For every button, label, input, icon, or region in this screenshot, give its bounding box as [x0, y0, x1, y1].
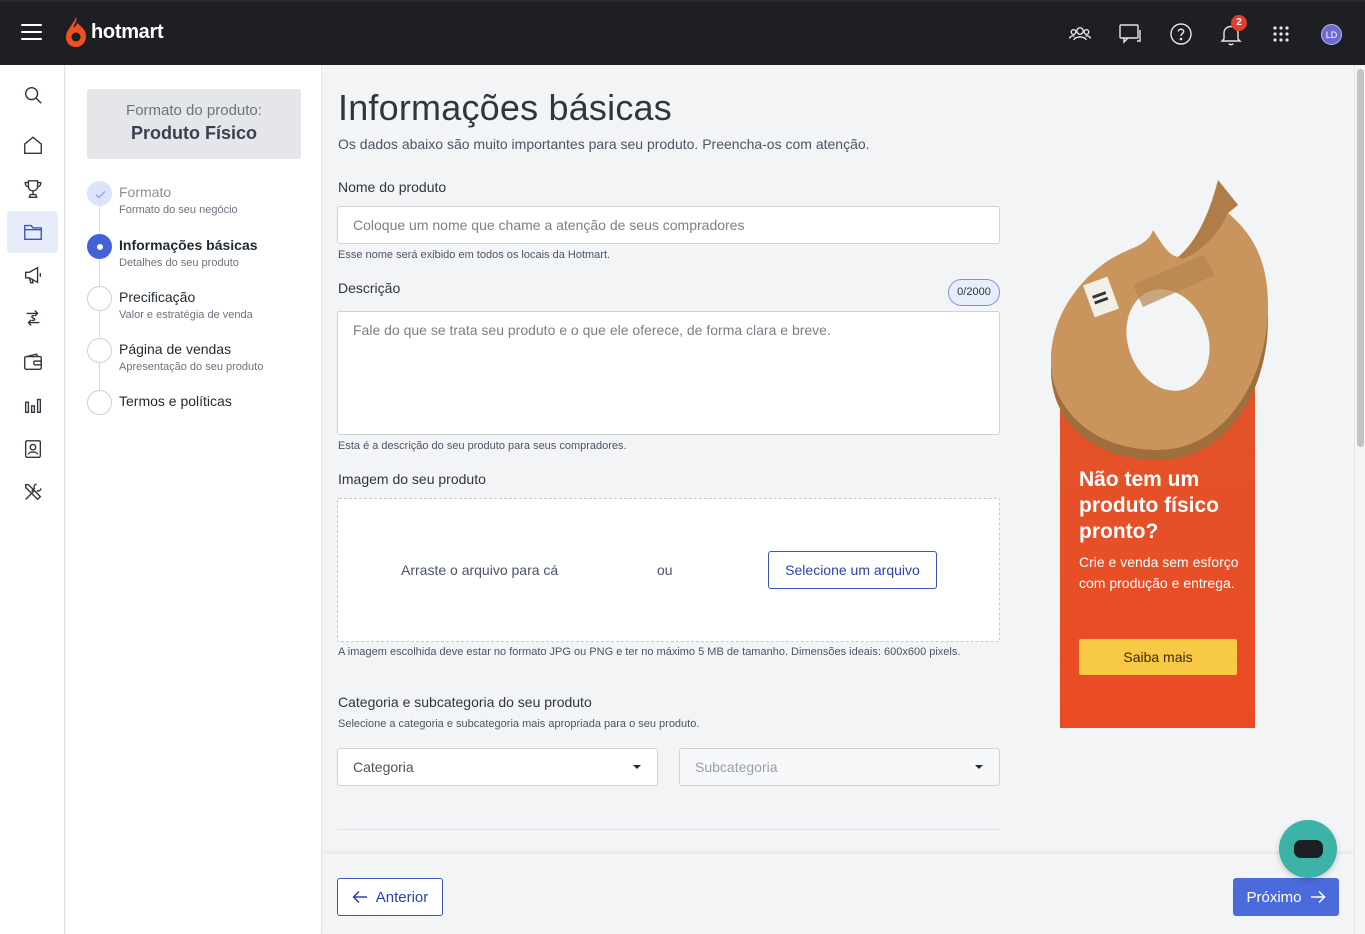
category-label: Categoria e subcategoria do seu produto: [338, 694, 592, 710]
character-counter: 0/2000: [948, 279, 1000, 306]
search-icon[interactable]: [7, 74, 58, 116]
contacts-icon[interactable]: [7, 428, 58, 470]
cardboard-flame-illustration: [1051, 180, 1268, 460]
subcategory-select[interactable]: Subcategoria: [679, 748, 1000, 786]
product-format-box: Formato do produto: Produto Físico: [87, 89, 301, 159]
format-value: Produto Físico: [131, 123, 257, 143]
step-formato[interactable]: Formato Formato do seu negócio: [87, 181, 317, 225]
main-content: Informações básicas Os dados abaixo são …: [323, 65, 1354, 934]
step-title: Página de vendas: [119, 341, 232, 357]
step-subtitle: Detalhes do seu produto: [119, 257, 239, 269]
analytics-icon[interactable]: [7, 384, 58, 426]
avatar[interactable]: LD: [1321, 24, 1342, 45]
category-help: Selecione a categoria e subcategoria mai…: [338, 718, 700, 730]
step-subtitle: Valor e estratégia de venda: [119, 309, 253, 321]
page-title: Informações básicas: [338, 87, 672, 128]
next-label: Próximo: [1246, 888, 1302, 906]
image-dropzone[interactable]: Arraste o arquivo para cá ou Selecione u…: [337, 498, 1000, 642]
select-file-button[interactable]: Selecione um arquivo: [768, 551, 937, 589]
sidebar-rail: [0, 65, 65, 934]
arrow-left-icon: [352, 890, 367, 904]
check-icon: [87, 181, 112, 206]
description-help: Esta é a descrição do seu produto para s…: [338, 440, 627, 452]
promo-text: Crie e venda sem esforço com produção e …: [1079, 554, 1239, 591]
arrow-right-icon: [1310, 890, 1326, 904]
product-name-input[interactable]: [337, 206, 1000, 244]
pending-step-icon: [87, 338, 112, 363]
step-title: Informações básicas: [119, 237, 258, 253]
step-pagina-de-vendas[interactable]: Página de vendas Apresentação do seu pro…: [87, 338, 317, 382]
learn-more-button[interactable]: Saiba mais: [1079, 639, 1237, 675]
flame-icon: [66, 17, 86, 47]
step-precificacao[interactable]: Precificação Valor e estratégia de venda: [87, 286, 317, 330]
menu-icon[interactable]: [21, 24, 42, 40]
footer-bar: Anterior Próximo: [323, 854, 1354, 934]
brand-name: hotmart: [91, 20, 164, 43]
scrollbar-thumb[interactable]: [1357, 69, 1364, 447]
promo-title: Não tem um produto físico pronto?: [1079, 468, 1219, 543]
megaphone-icon[interactable]: [7, 254, 58, 296]
image-help: A imagem escolhida deve estar no formato…: [338, 646, 961, 658]
description-textarea[interactable]: [337, 311, 1000, 435]
bell-icon[interactable]: 2: [1218, 15, 1247, 47]
step-title: Precificação: [119, 289, 196, 305]
tools-icon[interactable]: [7, 471, 58, 513]
help-icon[interactable]: [1168, 21, 1194, 47]
chat-button[interactable]: [1279, 820, 1337, 878]
subcategory-placeholder: Subcategoria: [695, 759, 778, 775]
community-icon[interactable]: [1067, 21, 1093, 47]
image-label: Imagem do seu produto: [338, 471, 486, 487]
category-select[interactable]: Categoria: [337, 748, 658, 786]
step-termos-e-politicas[interactable]: Termos e políticas: [87, 390, 317, 434]
apps-grid-icon[interactable]: [1268, 21, 1294, 47]
pending-step-icon: [87, 390, 112, 415]
step-subtitle: Apresentação do seu produto: [119, 361, 264, 373]
notification-badge: 2: [1231, 15, 1247, 31]
hotmart-logo[interactable]: hotmart: [64, 16, 164, 48]
step-informacoes-basicas[interactable]: Informações básicas Detalhes do seu prod…: [87, 234, 317, 278]
category-placeholder: Categoria: [353, 759, 414, 775]
step-title: Formato: [119, 184, 172, 200]
product-name-help: Esse nome será exibido em todos os locai…: [338, 249, 611, 261]
previous-button[interactable]: Anterior: [337, 878, 443, 916]
transactions-icon[interactable]: [7, 297, 58, 339]
messages-icon[interactable]: [1117, 21, 1143, 47]
description-label: Descrição: [338, 280, 401, 296]
previous-label: Anterior: [375, 888, 429, 906]
or-text: ou: [657, 562, 673, 578]
product-name-label: Nome do produto: [338, 179, 447, 195]
trophy-icon[interactable]: [7, 168, 58, 210]
page-subtitle: Os dados abaixo são muito importantes pa…: [338, 136, 870, 152]
next-button[interactable]: Próximo: [1233, 878, 1339, 916]
step-subtitle: Formato do seu negócio: [119, 204, 238, 216]
divider: [337, 829, 1000, 830]
step-title: Termos e políticas: [119, 393, 232, 409]
steps-panel: Formato do produto: Produto Físico Forma…: [66, 65, 322, 934]
drag-text: Arraste o arquivo para cá: [401, 562, 559, 578]
wallet-icon[interactable]: [7, 341, 58, 383]
format-label: Formato do produto:: [126, 102, 262, 119]
pending-step-icon: [87, 286, 112, 311]
scrollbar[interactable]: [1354, 65, 1365, 934]
top-bar: hotmart 2 LD: [0, 0, 1365, 65]
chat-icon: [1294, 840, 1323, 858]
active-step-icon: [87, 234, 112, 259]
home-icon[interactable]: [7, 124, 58, 166]
products-folder-icon[interactable]: [7, 211, 58, 253]
chevron-down-icon: [975, 765, 983, 769]
chevron-down-icon: [633, 765, 641, 769]
